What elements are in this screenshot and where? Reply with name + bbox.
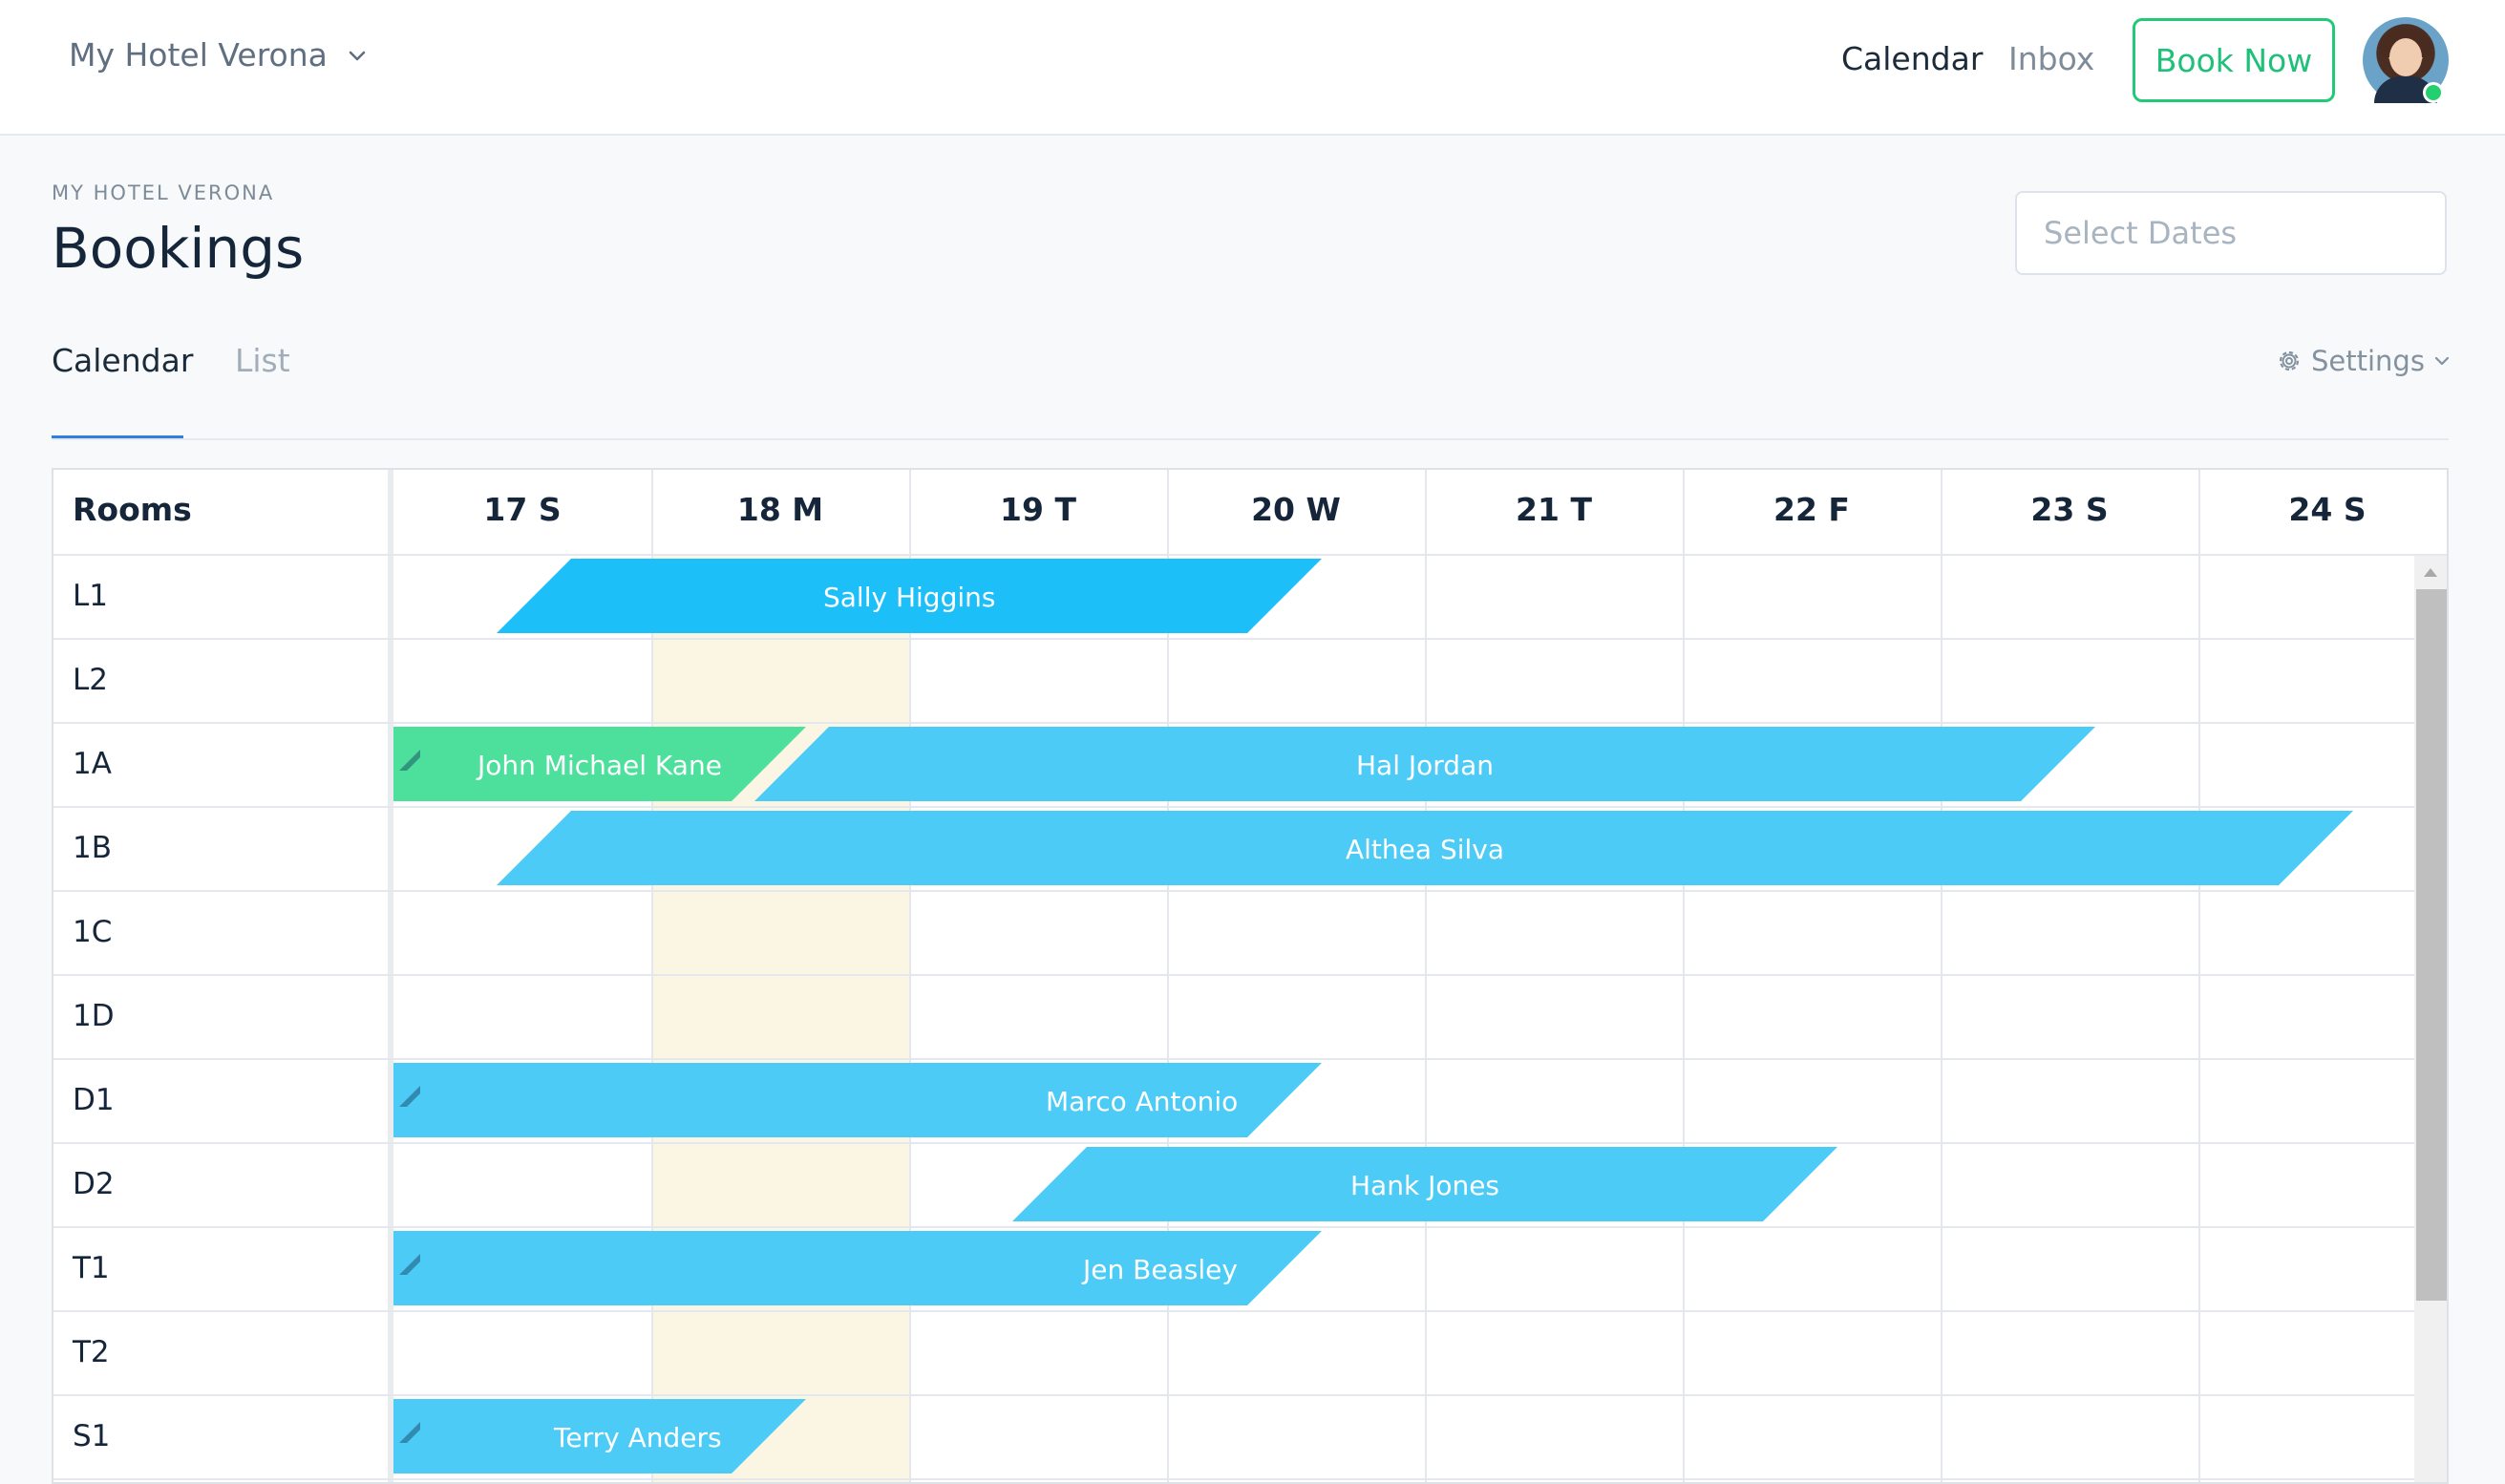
day-header: 18 M [736, 491, 824, 528]
booking-calendar-grid: Rooms 17 S 18 M 19 T 20 W 21 T 22 F 23 S 24 S L1… [52, 468, 2449, 1484]
room-row-divider [53, 1226, 2447, 1228]
booking-guest-name: Sally Higgins [823, 582, 996, 613]
chevron-down-icon [2434, 356, 2450, 366]
nav-link-calendar[interactable]: Calendar [1841, 40, 1983, 77]
rooms-column-header: Rooms [73, 491, 192, 528]
booking-bar[interactable]: Hal Jordan [754, 727, 2095, 801]
room-label: 1A [73, 747, 112, 781]
hotel-selector-label: My Hotel Verona [69, 36, 328, 74]
booking-bar[interactable]: Marco Antonio [393, 1063, 1322, 1137]
day-header: 19 T [1000, 491, 1076, 528]
fold-corner-icon [399, 1254, 420, 1275]
breadcrumb: MY HOTEL VERONA [52, 181, 275, 204]
room-label: L1 [73, 579, 108, 613]
header-row-divider [53, 554, 2447, 556]
room-row-divider [53, 1310, 2447, 1312]
online-status-indicator [2423, 82, 2444, 103]
today-column-highlight [651, 556, 909, 1482]
room-row-divider [53, 1394, 2447, 1396]
room-label: L2 [73, 663, 108, 697]
booking-bar[interactable]: Hank Jones [1012, 1147, 1837, 1221]
chevron-down-icon [349, 51, 366, 60]
fold-corner-icon [399, 750, 420, 771]
day-header: 20 W [1251, 491, 1341, 528]
room-label: D2 [73, 1167, 115, 1201]
tab-list[interactable]: List [235, 342, 290, 379]
select-dates-input[interactable] [2015, 191, 2447, 275]
day-header: 23 S [2030, 491, 2109, 528]
room-row-divider [53, 890, 2447, 892]
room-label: 1D [73, 999, 115, 1033]
booking-guest-name: Jen Beasley [1083, 1254, 1238, 1285]
booking-bar[interactable]: Jen Beasley [393, 1231, 1322, 1305]
active-tab-indicator [52, 435, 183, 438]
nav-link-inbox[interactable]: Inbox [2008, 40, 2094, 77]
book-now-button[interactable]: Book Now [2133, 18, 2335, 102]
booking-bar[interactable]: Sally Higgins [497, 559, 1322, 633]
page-title: Bookings [52, 216, 305, 281]
day-column-divider [1425, 470, 1427, 1482]
booking-guest-name: Terry Anders [554, 1422, 722, 1453]
fold-corner-icon [399, 1422, 420, 1443]
tabs-divider [52, 438, 2449, 440]
room-row-divider [53, 638, 2447, 640]
booking-bar[interactable]: Althea Silva [497, 811, 2353, 885]
settings-label: Settings [2311, 345, 2425, 377]
room-label: 1C [73, 915, 113, 949]
booking-guest-name: Hal Jordan [1356, 750, 1494, 781]
booking-guest-name: John Michael Kane [478, 750, 722, 781]
tab-calendar[interactable]: Calendar [52, 342, 193, 379]
room-row-divider [53, 722, 2447, 724]
day-header: 17 S [483, 491, 562, 528]
top-navigation-bar: My Hotel Verona Calendar Inbox Book Now [0, 0, 2505, 136]
room-label: 1B [73, 831, 112, 865]
day-header: 24 S [2288, 491, 2367, 528]
avatar-face [2389, 38, 2422, 76]
day-header: 21 T [1516, 491, 1592, 528]
room-label: D1 [73, 1083, 115, 1117]
room-row-divider [53, 1058, 2447, 1060]
booking-guest-name: Marco Antonio [1046, 1086, 1239, 1117]
room-label: S1 [73, 1419, 111, 1453]
caret-up-icon[interactable] [2422, 565, 2439, 579]
room-row-divider [53, 1478, 2447, 1480]
settings-dropdown[interactable]: Settings [2275, 345, 2450, 377]
room-column-separator [388, 470, 393, 1482]
gear-icon [2279, 350, 2300, 371]
day-header: 22 F [1773, 491, 1850, 528]
room-label: T2 [73, 1335, 110, 1369]
day-column-divider [1683, 470, 1685, 1482]
room-row-divider [53, 1142, 2447, 1144]
room-row-divider [53, 974, 2447, 976]
room-label: T1 [73, 1251, 110, 1285]
day-column-divider [1941, 470, 1942, 1482]
hotel-selector[interactable]: My Hotel Verona [69, 36, 366, 74]
booking-guest-name: Hank Jones [1350, 1170, 1500, 1201]
fold-corner-icon [399, 1086, 420, 1107]
day-column-divider [2198, 470, 2200, 1482]
room-row-divider [53, 806, 2447, 808]
booking-guest-name: Althea Silva [1346, 834, 1505, 865]
scrollbar-thumb[interactable] [2416, 589, 2447, 1301]
